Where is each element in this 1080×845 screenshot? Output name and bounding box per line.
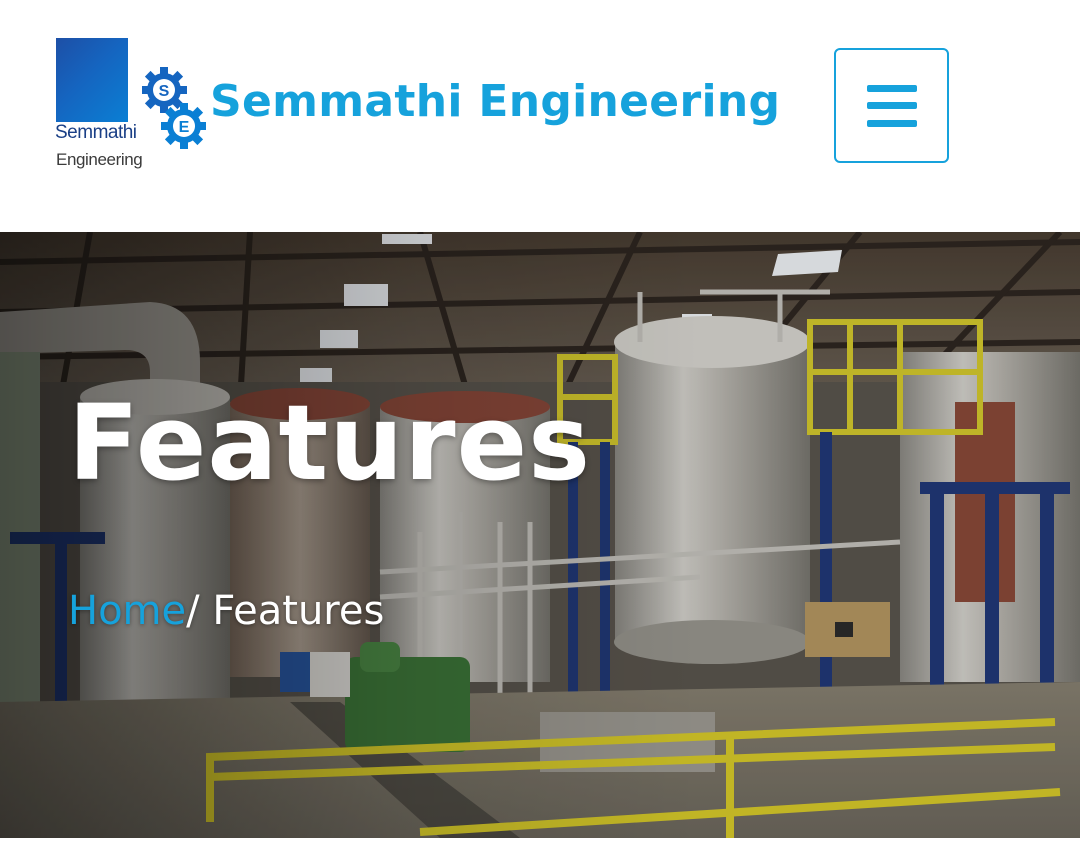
site-logo[interactable]: Semmathi Engineering S E [55, 38, 207, 174]
factory-background-image [0, 232, 1080, 838]
gear-letter-e: E [179, 119, 190, 136]
breadcrumb-separator: / [186, 588, 200, 634]
brand-name[interactable]: Semmathi Engineering [210, 76, 780, 127]
gear-icon: S E [141, 54, 207, 164]
gear-letter-s: S [159, 83, 170, 100]
hero-banner: Features Home/ Features [0, 232, 1080, 838]
logo-word-top: Semmathi [55, 122, 137, 143]
page-title: Features [68, 382, 592, 504]
hamburger-menu-icon [866, 84, 917, 127]
breadcrumb: Home/ Features [68, 588, 384, 634]
logo-word-bottom: Engineering [56, 150, 143, 169]
breadcrumb-home-link[interactable]: Home [68, 588, 186, 634]
page-bottom-strip [0, 838, 1080, 845]
breadcrumb-current: Features [199, 588, 385, 634]
logo-square [56, 38, 128, 122]
logo-mark: Semmathi Engineering [55, 38, 143, 174]
menu-toggle-button[interactable] [834, 48, 949, 163]
site-header: Semmathi Engineering S E Semmathi Engine… [0, 0, 1080, 232]
